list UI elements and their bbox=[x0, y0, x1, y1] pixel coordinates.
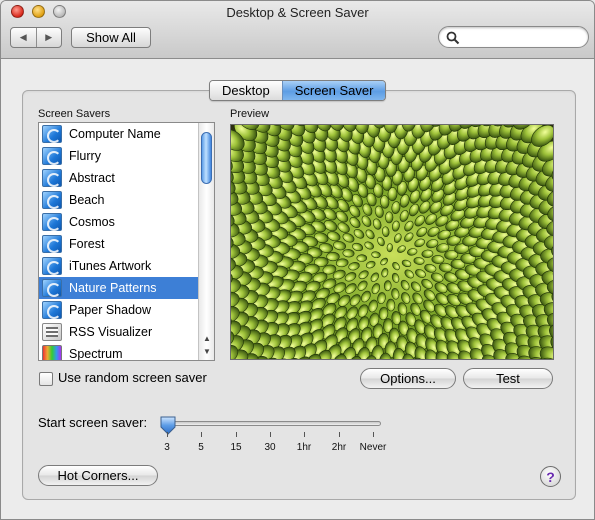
list-item[interactable]: iTunes Artwork bbox=[39, 255, 199, 277]
list-item-label: Abstract bbox=[69, 171, 115, 185]
slider-tick bbox=[304, 432, 305, 437]
swirl-icon bbox=[42, 235, 62, 253]
tab-desktop[interactable]: Desktop bbox=[210, 81, 282, 100]
list-item-label: Beach bbox=[69, 193, 105, 207]
preferences-window: Desktop & Screen Saver ◀ ▶ Show All Desk… bbox=[0, 0, 595, 520]
slider-tick bbox=[201, 432, 202, 437]
slider-tick-label: 30 bbox=[264, 442, 276, 453]
question-mark-icon: ? bbox=[546, 468, 555, 485]
toolbar: Desktop & Screen Saver ◀ ▶ Show All bbox=[1, 1, 594, 59]
list-item[interactable]: Nature Patterns bbox=[39, 277, 199, 299]
swirl-icon bbox=[42, 213, 62, 231]
start-slider-track[interactable] bbox=[166, 421, 381, 426]
list-item[interactable]: Abstract bbox=[39, 167, 199, 189]
slider-tick bbox=[236, 432, 237, 437]
list-item-label: Computer Name bbox=[69, 127, 161, 141]
list-item-label: Spectrum bbox=[69, 347, 123, 361]
scroll-down-icon[interactable]: ▼ bbox=[202, 347, 212, 356]
hot-corners-button[interactable]: Hot Corners... bbox=[38, 465, 158, 486]
list-item-label: Cosmos bbox=[69, 215, 115, 229]
list-item[interactable]: Cosmos bbox=[39, 211, 199, 233]
preview-image bbox=[230, 124, 554, 360]
swirl-icon bbox=[42, 279, 62, 297]
options-button[interactable]: Options... bbox=[360, 368, 456, 389]
list-item[interactable]: Forest bbox=[39, 233, 199, 255]
slider-tick-label: 5 bbox=[198, 442, 204, 453]
list-scrollbar[interactable]: ▲ ▼ bbox=[198, 123, 214, 360]
show-all-button[interactable]: Show All bbox=[71, 27, 151, 48]
window-title: Desktop & Screen Saver bbox=[226, 5, 369, 20]
spectrum-icon bbox=[42, 345, 62, 360]
back-button[interactable]: ◀ bbox=[11, 28, 36, 47]
slider-tick-label: 2hr bbox=[331, 442, 347, 453]
list-item[interactable]: Beach bbox=[39, 189, 199, 211]
help-button[interactable]: ? bbox=[540, 466, 561, 487]
swirl-icon bbox=[42, 147, 62, 165]
magnifier-icon bbox=[446, 31, 460, 45]
list-item[interactable]: Flurry bbox=[39, 145, 199, 167]
tab-control: Desktop Screen Saver bbox=[209, 80, 387, 101]
screen-savers-label: Screen Savers bbox=[38, 108, 111, 120]
slider-tick-label: Never bbox=[359, 442, 387, 453]
random-screen-saver-checkbox[interactable] bbox=[39, 372, 53, 386]
start-slider-knob[interactable] bbox=[159, 416, 177, 435]
list-item[interactable]: Paper Shadow bbox=[39, 299, 199, 321]
random-screen-saver-label[interactable]: Use random screen saver bbox=[58, 370, 207, 385]
preview-label: Preview bbox=[230, 108, 270, 120]
list-item[interactable]: Computer Name bbox=[39, 123, 199, 145]
forward-arrow-icon: ▶ bbox=[45, 32, 53, 42]
slider-tick bbox=[373, 432, 374, 437]
slider-tick bbox=[270, 432, 271, 437]
list-item-label: iTunes Artwork bbox=[69, 259, 152, 273]
slider-tick bbox=[339, 432, 340, 437]
slider-tick-label: 15 bbox=[230, 442, 242, 453]
list-item-label: Paper Shadow bbox=[69, 303, 152, 317]
search-input[interactable] bbox=[463, 29, 581, 45]
list-item[interactable]: RSS Visualizer bbox=[39, 321, 199, 343]
swirl-icon bbox=[42, 257, 62, 275]
rss-icon bbox=[42, 323, 62, 341]
sunflower-pattern bbox=[231, 125, 553, 359]
swirl-icon bbox=[42, 169, 62, 187]
scrollbar-thumb[interactable] bbox=[201, 132, 212, 184]
screen-saver-list[interactable]: Computer Name Flurry Abstract Beach Cosmos Fo… bbox=[38, 122, 215, 361]
test-button[interactable]: Test bbox=[463, 368, 553, 389]
back-forward-control: ◀ ▶ bbox=[10, 27, 62, 48]
list-item-label: Nature Patterns bbox=[69, 281, 157, 295]
list-items: Computer Name Flurry Abstract Beach Cosmos Fo… bbox=[39, 123, 199, 361]
search-field[interactable] bbox=[438, 26, 589, 48]
slider-tick-label: 3 bbox=[164, 442, 170, 453]
list-item-label: RSS Visualizer bbox=[69, 325, 153, 339]
swirl-icon bbox=[42, 301, 62, 319]
swirl-icon bbox=[42, 125, 62, 143]
slider-tick bbox=[167, 432, 168, 437]
scroll-up-icon[interactable]: ▲ bbox=[202, 334, 212, 343]
forward-button[interactable]: ▶ bbox=[35, 28, 62, 47]
start-screen-saver-label: Start screen saver: bbox=[38, 415, 148, 430]
back-arrow-icon: ◀ bbox=[19, 32, 27, 42]
list-item-label: Flurry bbox=[69, 149, 101, 163]
swirl-icon bbox=[42, 191, 62, 209]
tab-screen-saver[interactable]: Screen Saver bbox=[281, 81, 386, 100]
list-item[interactable]: Spectrum bbox=[39, 343, 199, 361]
slider-tick-label: 1hr bbox=[296, 442, 312, 453]
list-item-label: Forest bbox=[69, 237, 105, 251]
